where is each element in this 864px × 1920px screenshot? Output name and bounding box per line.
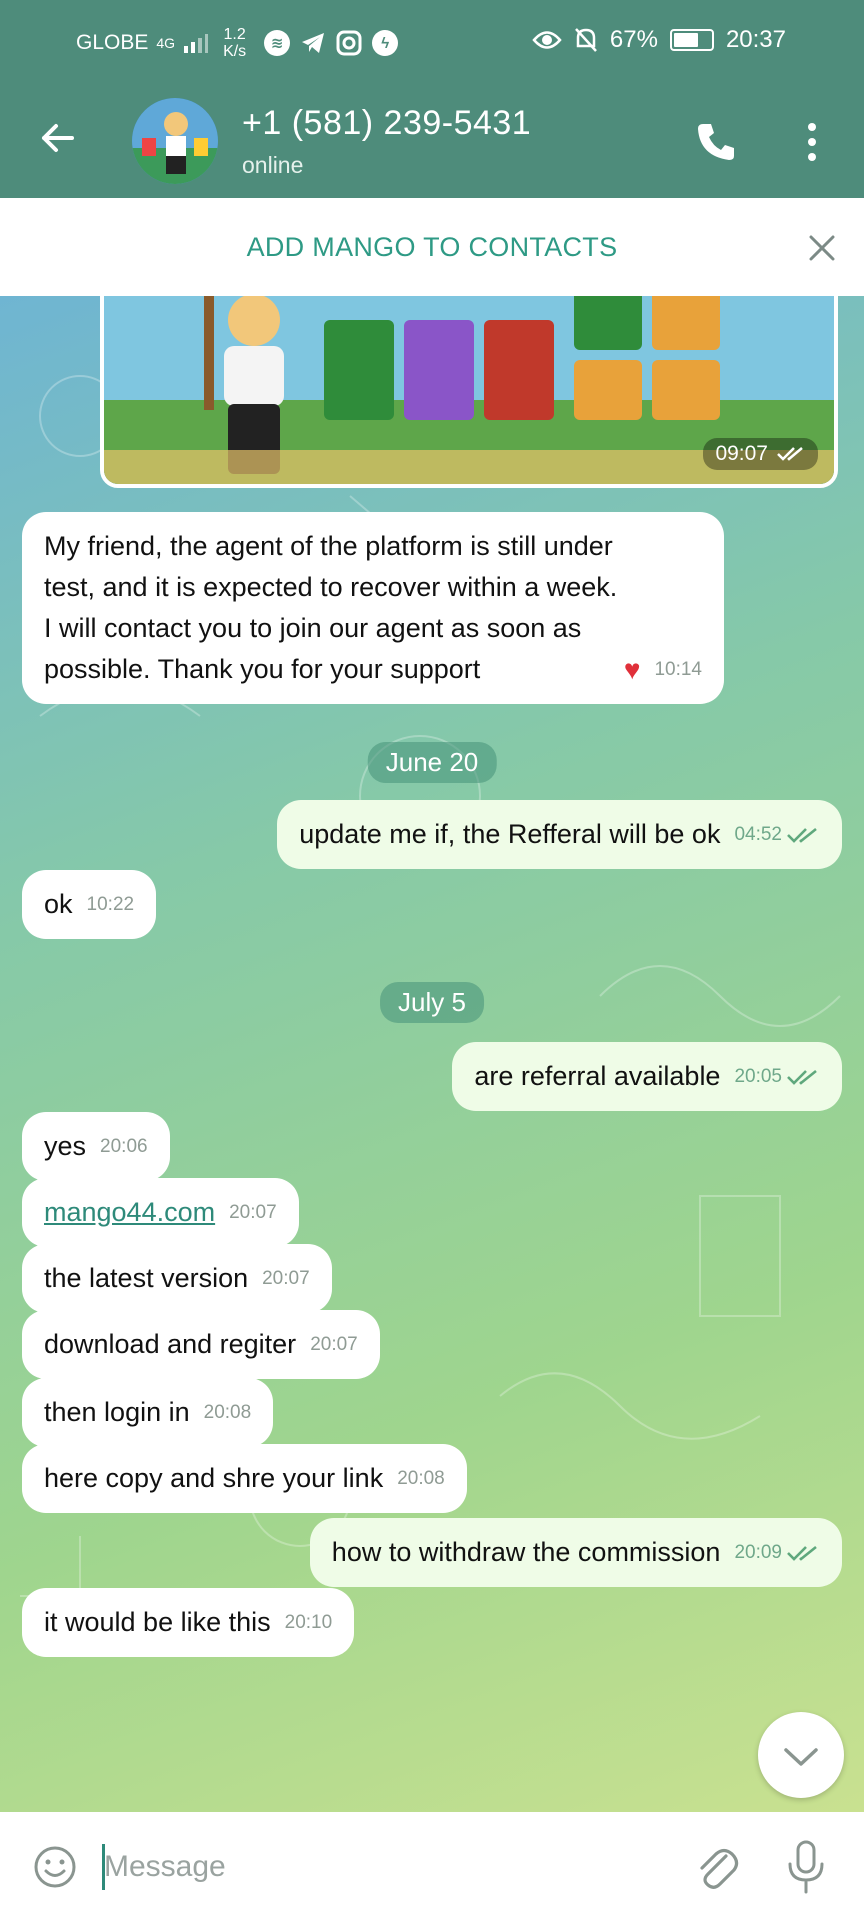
- status-bar: GLOBE 4G 1.2 K/s ≋ ϟ 67% 20:37: [0, 0, 864, 86]
- contact-name[interactable]: +1 (581) 239-5431: [242, 104, 531, 143]
- emoji-icon[interactable]: [32, 1844, 78, 1890]
- message-link[interactable]: mango44.com: [44, 1192, 215, 1233]
- battery-icon: [669, 29, 714, 51]
- double-check-icon: [787, 1069, 817, 1085]
- contact-status: online: [242, 152, 304, 178]
- spotify-icon: ≋: [264, 30, 291, 56]
- microphone-icon[interactable]: [786, 1840, 826, 1894]
- message-text: then login in: [44, 1397, 190, 1427]
- message-time: 10:22: [86, 894, 135, 915]
- incoming-message[interactable]: here copy and shre your link 20:08: [22, 1444, 467, 1513]
- phone-icon[interactable]: [694, 120, 738, 164]
- message-text: the latest version: [44, 1263, 249, 1293]
- heart-reaction-icon[interactable]: ♥: [624, 649, 641, 690]
- message-text: update me if, the Refferal will be ok: [299, 819, 721, 849]
- clock: 20:37: [725, 26, 786, 53]
- compose-bar: [0, 1812, 864, 1920]
- close-icon[interactable]: [806, 232, 838, 264]
- incoming-message[interactable]: then login in 20:08: [22, 1378, 274, 1447]
- incoming-message[interactable]: mango44.com 20:07: [22, 1178, 299, 1247]
- message-text: it would be like this: [44, 1607, 271, 1637]
- paperclip-icon[interactable]: [694, 1842, 740, 1892]
- mute-bell-icon: [574, 28, 597, 52]
- message-text: how to withdraw the commission: [331, 1537, 721, 1567]
- message-text-line: test, and it is expected to recover with…: [44, 572, 618, 602]
- double-check-icon: [787, 1545, 817, 1561]
- date-separator: June 20: [367, 742, 497, 783]
- incoming-message[interactable]: the latest version 20:07: [22, 1244, 332, 1313]
- instagram-icon: [336, 30, 362, 56]
- incoming-message[interactable]: ok 10:22: [22, 870, 157, 939]
- message-time: 20:07: [229, 1202, 277, 1223]
- message-text: here copy and shre your link: [44, 1463, 384, 1493]
- back-arrow-icon[interactable]: [38, 118, 78, 158]
- outgoing-message[interactable]: how to withdraw the commission 20:09: [309, 1518, 842, 1587]
- avatar[interactable]: [132, 98, 218, 184]
- eye-icon: [532, 31, 562, 49]
- message-text: download and regiter: [44, 1329, 297, 1359]
- outgoing-message[interactable]: are referral available 20:05: [452, 1042, 842, 1111]
- message-time: 20:08: [397, 1468, 445, 1489]
- messenger-icon: ϟ: [372, 30, 399, 56]
- chevron-down-icon: [784, 1748, 818, 1766]
- message-text: are referral available: [474, 1061, 721, 1091]
- incoming-message[interactable]: download and regiter 20:07: [22, 1310, 380, 1379]
- message-text: yes: [44, 1131, 87, 1161]
- incoming-message[interactable]: it would be like this 20:10: [22, 1588, 355, 1657]
- message-text-line: My friend, the agent of the platform is …: [44, 531, 613, 561]
- carrier-label: GLOBE: [76, 31, 149, 54]
- telegram-icon: [302, 33, 325, 53]
- chat-area[interactable]: 09:07 My friend, the agent of the platfo…: [0, 296, 864, 1812]
- message-time: 04:52: [734, 814, 820, 855]
- message-time: 20:05: [734, 1056, 820, 1097]
- incoming-message[interactable]: My friend, the agent of the platform is …: [22, 512, 724, 704]
- double-check-icon: [787, 827, 817, 843]
- message-text-line: possible. Thank you for your support ♥ 10:…: [44, 649, 702, 690]
- add-contact-banner: ADD MANGO TO CONTACTS: [0, 198, 864, 296]
- battery-percent: 67%: [609, 26, 658, 53]
- message-text: ok: [44, 889, 73, 919]
- message-time: 20:07: [262, 1268, 310, 1289]
- double-check-icon: [777, 447, 803, 461]
- incoming-message[interactable]: yes 20:06: [22, 1112, 170, 1181]
- chat-header: GLOBE 4G 1.2 K/s ≋ ϟ 67% 20:37 +1 (581) …: [0, 0, 864, 198]
- message-time: 20:08: [203, 1402, 252, 1423]
- message-time: 20:09: [734, 1532, 820, 1573]
- more-vert-icon[interactable]: [802, 120, 822, 164]
- message-text-line: I will contact you to join our agent as …: [44, 613, 582, 643]
- signal-icon: [184, 34, 209, 53]
- image-message[interactable]: 09:07: [100, 296, 838, 488]
- message-time: 10:14: [654, 659, 702, 680]
- message-time: 20:10: [284, 1612, 333, 1633]
- date-separator: July 5: [380, 982, 484, 1023]
- message-time: 20:06: [100, 1136, 148, 1157]
- outgoing-message[interactable]: update me if, the Refferal will be ok 04:…: [277, 800, 842, 869]
- message-input[interactable]: [104, 1840, 664, 1894]
- network-type: 4G: [156, 35, 176, 51]
- network-speed: 1.2 K/s: [223, 26, 247, 60]
- scroll-down-button[interactable]: [758, 1712, 844, 1798]
- message-time: 20:07: [310, 1334, 358, 1355]
- image-time: 09:07: [703, 438, 818, 470]
- add-to-contacts-button[interactable]: ADD MANGO TO CONTACTS: [0, 232, 864, 263]
